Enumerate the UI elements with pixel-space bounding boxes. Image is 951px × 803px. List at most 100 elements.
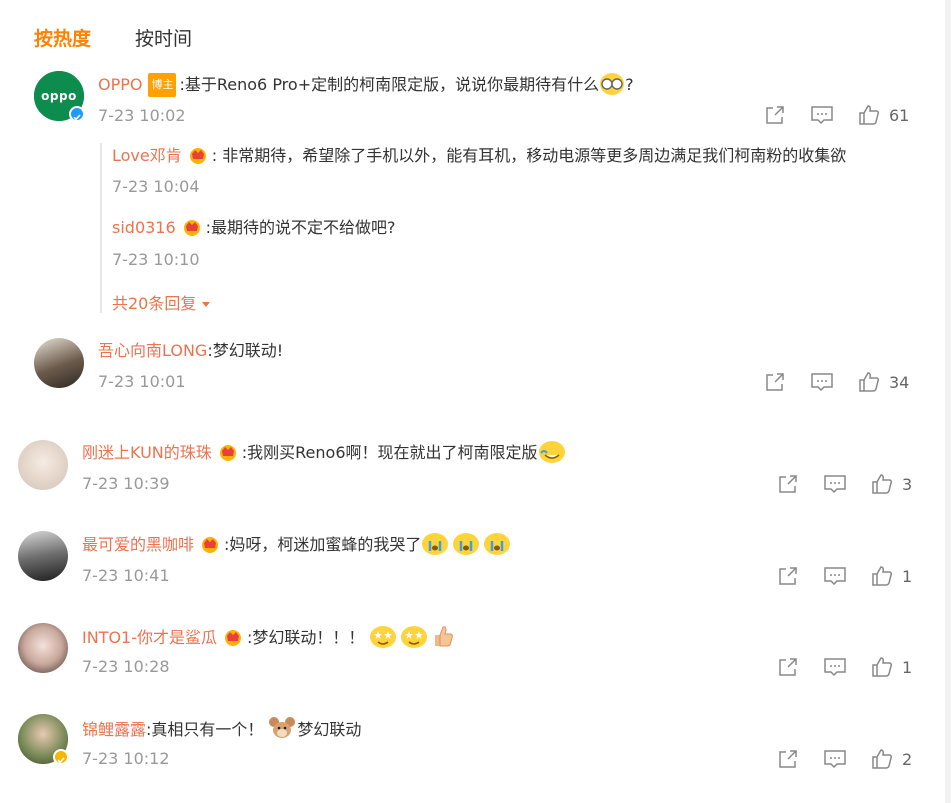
crown-badge-icon <box>182 218 202 236</box>
comment-button[interactable] <box>823 565 847 587</box>
like-button[interactable]: 34 <box>858 371 909 393</box>
comment-time: 7-23 10:41 <box>82 566 170 585</box>
tab-sort-by-time[interactable]: 按时间 <box>135 24 192 51</box>
like-button[interactable]: 1 <box>871 565 912 587</box>
share-icon <box>779 567 797 585</box>
reply-time: 7-23 10:10 <box>112 250 200 269</box>
like-count: 61 <box>889 105 910 125</box>
like-icon <box>872 566 893 586</box>
reply-line: sid0316 :最期待的说不定不给做吧? <box>112 217 396 239</box>
share-icon <box>766 373 784 391</box>
reply-username[interactable]: Love邓肯 <box>112 146 182 165</box>
share-icon <box>779 750 797 768</box>
glasses-emoji-icon <box>600 73 625 95</box>
like-button[interactable]: 61 <box>858 104 909 126</box>
share-icon <box>779 658 797 676</box>
scrollbar-track[interactable] <box>945 0 951 803</box>
crown-badge-icon <box>188 146 208 164</box>
avatar[interactable] <box>34 338 84 388</box>
crying-emoji-icon <box>453 533 480 555</box>
comment-icon <box>824 658 846 677</box>
like-count: 3 <box>902 474 913 494</box>
comment-icon <box>824 567 846 586</box>
comment-time: 7-23 10:39 <box>82 474 170 493</box>
like-count: 2 <box>902 749 913 769</box>
crying-emoji-icon <box>484 533 511 555</box>
sort-tabs: 按热度 按时间 <box>34 24 192 51</box>
share-button[interactable] <box>777 473 799 495</box>
comment-text: :梦幻联动! <box>207 341 284 360</box>
username[interactable]: OPPO <box>98 75 142 94</box>
like-button[interactable]: 3 <box>871 473 912 495</box>
crown-badge-icon <box>218 443 238 461</box>
tears-of-joy-emoji-icon <box>538 441 565 463</box>
caret-down-icon <box>202 302 211 307</box>
comment-line: 吾心向南LONG:梦幻联动! <box>98 340 283 362</box>
like-button[interactable]: 2 <box>871 748 912 770</box>
comment-icon <box>824 475 846 494</box>
username[interactable]: INTO1-你才是鲨瓜 <box>82 628 217 647</box>
comment-text: :妈呀，柯迷加蜜蜂的我哭了 <box>224 535 422 554</box>
comment-actions: 3 <box>777 473 912 495</box>
comment-button[interactable] <box>823 656 847 678</box>
comment-actions: 1 <box>777 656 912 678</box>
avatar[interactable] <box>18 623 68 673</box>
like-icon <box>872 657 893 677</box>
comment-actions: 1 <box>777 565 912 587</box>
avatar[interactable]: oppo <box>34 71 85 122</box>
crying-emoji-icon <box>422 533 449 555</box>
share-button[interactable] <box>764 104 786 126</box>
more-replies-label: 共20条回复 <box>112 294 197 313</box>
comment-text-2: 梦幻联动 <box>297 720 362 739</box>
verified-gold-icon <box>53 749 69 765</box>
star-eyes-emoji-icon <box>370 626 397 648</box>
comment-icon <box>811 373 833 392</box>
reply-text: : 非常期待，希望除了手机以外，能有耳机，移动电源等更多周边满足我们柯南粉的收集… <box>211 146 847 165</box>
like-icon <box>859 372 880 392</box>
share-icon <box>779 475 797 493</box>
comment-line: 最可爱的黑咖啡 :妈呀，柯迷加蜜蜂的我哭了 <box>82 533 511 556</box>
comment-actions: 2 <box>777 748 912 770</box>
avatar[interactable] <box>18 440 68 490</box>
share-button[interactable] <box>777 748 799 770</box>
like-icon <box>872 474 893 494</box>
verified-blue-icon <box>69 106 85 122</box>
reply-username[interactable]: sid0316 <box>112 218 176 237</box>
comment-button[interactable] <box>810 371 834 393</box>
like-count: 1 <box>902 566 913 586</box>
reply-text: :最期待的说不定不给做吧? <box>205 218 396 237</box>
thumbs-up-emoji-icon <box>432 624 454 648</box>
crown-badge-icon <box>223 628 243 646</box>
tab-sort-by-hot[interactable]: 按热度 <box>34 24 91 51</box>
username[interactable]: 最可爱的黑咖啡 <box>82 535 194 554</box>
comment-line: OPPO 博主:基于Reno6 Pro+定制的柯南限定版，说说你最期待有什么 ? <box>98 73 634 97</box>
share-button[interactable] <box>777 565 799 587</box>
blogger-badge: 博主 <box>148 73 177 97</box>
share-button[interactable] <box>764 371 786 393</box>
username[interactable]: 锦鲤露露 <box>82 720 146 739</box>
avatar[interactable] <box>18 531 68 581</box>
comment-time: 7-23 10:01 <box>98 372 186 391</box>
reply-line: Love邓肯 : 非常期待，希望除了手机以外，能有耳机，移动电源等更多周边满足我… <box>112 145 846 167</box>
comment-time: 7-23 10:02 <box>98 106 186 125</box>
avatar[interactable] <box>18 714 69 765</box>
comment-line: 锦鲤露露:真相只有一个！ 梦幻联动 <box>82 716 361 741</box>
comment-icon <box>811 106 833 125</box>
username[interactable]: 吾心向南LONG <box>98 341 207 360</box>
comment-button[interactable] <box>823 748 847 770</box>
like-count: 34 <box>889 372 910 392</box>
comment-button[interactable] <box>823 473 847 495</box>
comment-actions: 34 <box>764 371 909 393</box>
like-count: 1 <box>902 657 913 677</box>
username[interactable]: 刚迷上KUN的珠珠 <box>82 443 212 462</box>
share-button[interactable] <box>777 656 799 678</box>
comment-icon <box>824 750 846 769</box>
comment-text: :基于Reno6 Pro+定制的柯南限定版，说说你最期待有什么 <box>179 75 600 94</box>
crown-badge-icon <box>200 535 220 553</box>
comment-text: :梦幻联动！！！ <box>247 628 365 647</box>
like-button[interactable]: 1 <box>871 656 912 678</box>
more-replies-link[interactable]: 共20条回复 <box>112 290 211 314</box>
comment-text: :真相只有一个！ <box>146 720 264 739</box>
comment-text: :我刚买Reno6啊！现在就出了柯南限定版 <box>241 443 538 462</box>
comment-button[interactable] <box>810 104 834 126</box>
